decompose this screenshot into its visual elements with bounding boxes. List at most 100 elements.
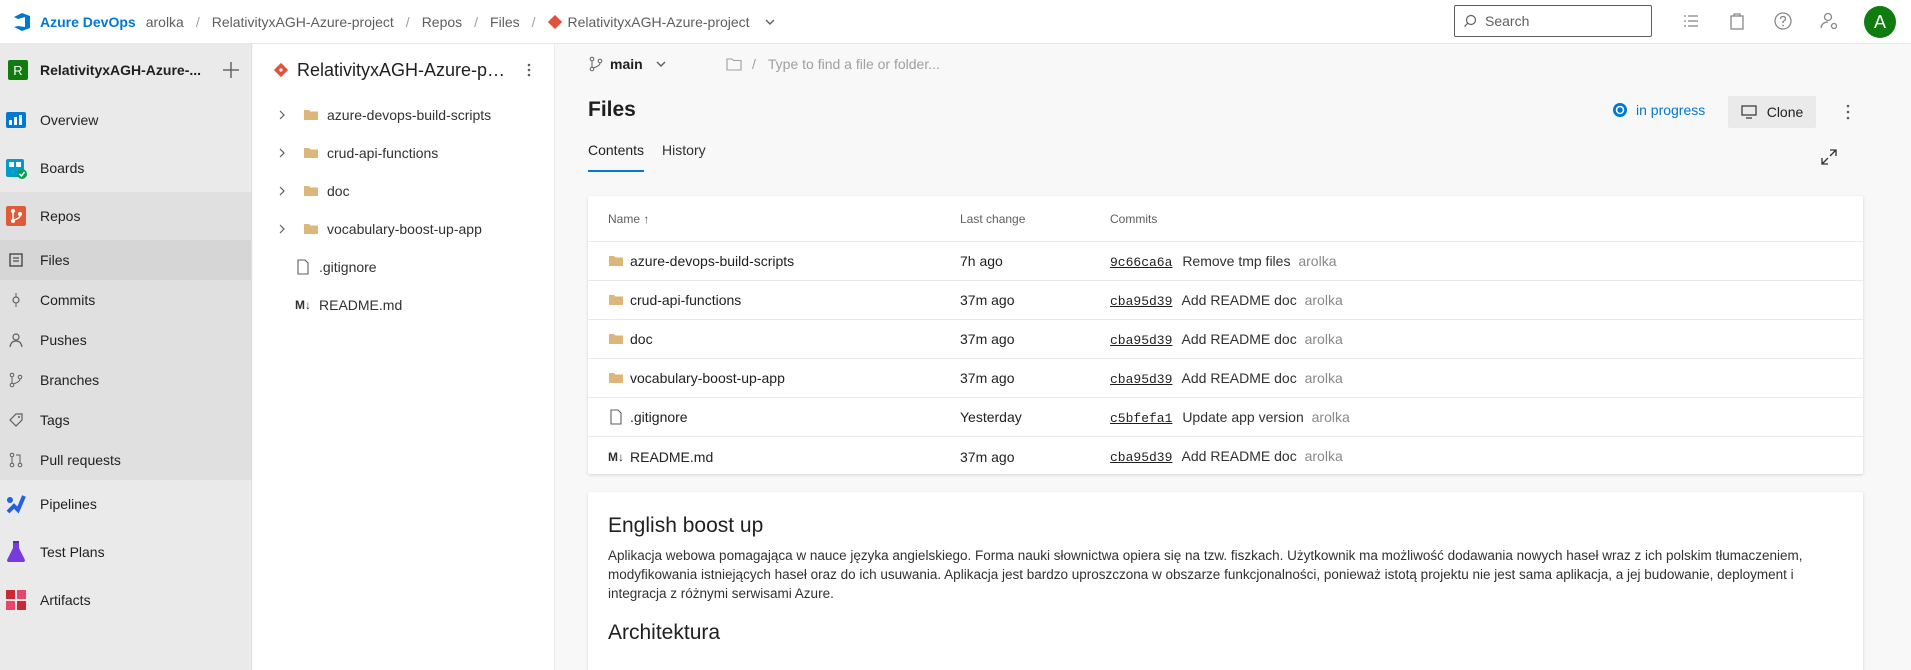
chevron-right-icon[interactable]	[275, 184, 289, 198]
nav-sub-label: Files	[40, 252, 70, 268]
tree-item-folder[interactable]: azure-devops-build-scripts	[253, 96, 554, 134]
plus-icon[interactable]	[220, 59, 242, 81]
pull-request-icon	[9, 452, 23, 468]
breadcrumb-repos[interactable]: Repos	[422, 14, 462, 30]
table-row[interactable]: .gitignore Yesterday c5bfefa1 Update app…	[588, 398, 1863, 437]
clone-button[interactable]: Clone	[1728, 96, 1816, 128]
row-name[interactable]: azure-devops-build-scripts	[630, 253, 794, 269]
tree-item-folder[interactable]: crud-api-functions	[253, 134, 554, 172]
search-input[interactable]: Search	[1454, 5, 1652, 37]
table-row[interactable]: crud-api-functions 37m ago cba95d39 Add …	[588, 281, 1863, 320]
table-row[interactable]: doc 37m ago cba95d39 Add README doc arol…	[588, 320, 1863, 359]
project-name: RelativityxAGH-Azure-...	[40, 62, 202, 78]
tree-item-folder[interactable]: vocabulary-boost-up-app	[253, 210, 554, 248]
chevron-down-icon[interactable]	[762, 14, 778, 30]
file-icon	[297, 259, 309, 275]
project-header[interactable]: R RelativityxAGH-Azure-...	[0, 44, 251, 96]
breadcrumb-repo[interactable]: RelativityxAGH-Azure-project	[547, 14, 778, 30]
more-vertical-icon[interactable]	[521, 62, 537, 78]
nav-item-repos[interactable]: Repos	[0, 192, 251, 240]
nav-sub-pushes[interactable]: Pushes	[0, 320, 251, 360]
commit-hash-link[interactable]: 9c66ca6a	[1110, 255, 1172, 270]
chevron-right-icon[interactable]	[275, 222, 289, 236]
nav-item-overview[interactable]: Overview	[0, 96, 251, 144]
folder-icon	[609, 373, 623, 383]
branch-selector[interactable]: main	[588, 56, 669, 72]
more-vertical-icon[interactable]	[1840, 102, 1856, 122]
table-row[interactable]: vocabulary-boost-up-app 37m ago cba95d39…	[588, 359, 1863, 398]
commit-author: arolka	[1311, 408, 1350, 425]
overview-icon	[6, 112, 26, 128]
tab-history[interactable]: History	[662, 142, 706, 172]
repo-selector[interactable]: RelativityxAGH-Azure-proj...	[253, 44, 554, 96]
commit-hash-link[interactable]: cba95d39	[1110, 450, 1172, 465]
table-row[interactable]: M↓ README.md 37m ago cba95d39 Add README…	[588, 437, 1863, 476]
row-name[interactable]: crud-api-functions	[630, 292, 741, 308]
folder-icon	[609, 334, 623, 344]
commit-message: Update app version	[1182, 408, 1304, 425]
commit-hash-link[interactable]: c5bfefa1	[1110, 411, 1172, 426]
nav-sub-label: Pull requests	[40, 452, 121, 468]
help-icon[interactable]	[1772, 10, 1794, 32]
nav-item-boards[interactable]: Boards	[0, 144, 251, 192]
user-settings-icon[interactable]	[1818, 10, 1840, 32]
files-icon	[9, 253, 23, 267]
nav-sub-commits[interactable]: Commits	[0, 280, 251, 320]
row-name[interactable]: README.md	[630, 449, 713, 465]
table-row[interactable]: azure-devops-build-scripts 7h ago 9c66ca…	[588, 242, 1863, 281]
row-name[interactable]: .gitignore	[630, 409, 688, 425]
commit-hash-link[interactable]: cba95d39	[1110, 372, 1172, 387]
nav-sub-pull-requests[interactable]: Pull requests	[0, 440, 251, 480]
markdown-icon: M↓	[295, 298, 311, 312]
work-items-icon[interactable]	[1680, 10, 1702, 32]
readme-heading: English boost up	[608, 514, 764, 537]
folder-icon	[609, 295, 623, 305]
nav-item-label: Repos	[40, 208, 81, 224]
avatar[interactable]: A	[1864, 6, 1896, 38]
chevron-right-icon[interactable]	[275, 146, 289, 160]
tree-item-file[interactable]: M↓ README.md	[253, 286, 554, 324]
test-plans-icon	[7, 541, 25, 562]
breadcrumb-separator: /	[195, 13, 200, 30]
nav-item-test-plans[interactable]: Test Plans	[0, 528, 251, 576]
path-separator: /	[752, 56, 756, 72]
header-name[interactable]: Name ↑	[608, 212, 649, 226]
nav-item-label: Overview	[40, 112, 99, 128]
nav-sub-files[interactable]: Files	[0, 240, 251, 280]
nav-item-label: Pipelines	[40, 496, 97, 512]
breadcrumb-separator: /	[474, 13, 479, 30]
files-table: Name ↑ Last change Commits azure-devops-…	[588, 196, 1863, 474]
file-tree-panel: RelativityxAGH-Azure-proj... azure-devop…	[253, 44, 555, 670]
branch-icon	[589, 56, 603, 72]
row-name[interactable]: vocabulary-boost-up-app	[630, 370, 785, 386]
commit-hash-link[interactable]: cba95d39	[1110, 333, 1172, 348]
marketplace-icon[interactable]	[1726, 10, 1748, 32]
search-icon	[1464, 14, 1477, 27]
breadcrumb-project[interactable]: RelativityxAGH-Azure-project	[212, 14, 394, 30]
pipelines-icon	[6, 495, 26, 514]
brand-link[interactable]: Azure DevOps	[40, 14, 136, 30]
tree-item-file[interactable]: .gitignore	[253, 248, 554, 286]
azure-devops-logo-icon[interactable]	[12, 12, 32, 32]
pipeline-status[interactable]: in progress	[1612, 102, 1705, 118]
tree-item-label: vocabulary-boost-up-app	[327, 221, 482, 237]
commit-hash-link[interactable]: cba95d39	[1110, 294, 1172, 309]
path-input-placeholder[interactable]: Type to find a file or folder...	[768, 56, 940, 72]
expand-icon[interactable]	[1820, 148, 1838, 166]
nav-item-artifacts[interactable]: Artifacts	[0, 576, 251, 624]
nav-item-pipelines[interactable]: Pipelines	[0, 480, 251, 528]
breadcrumb-separator: /	[405, 13, 410, 30]
main-content: main / Type to find a file or folder... …	[556, 44, 1911, 670]
status-in-progress-icon	[1613, 103, 1627, 117]
artifacts-icon	[6, 590, 26, 610]
path-bar[interactable]: / Type to find a file or folder...	[726, 56, 940, 72]
nav-sub-branches[interactable]: Branches	[0, 360, 251, 400]
tab-contents[interactable]: Contents	[588, 142, 645, 172]
breadcrumb-org[interactable]: arolka	[146, 14, 184, 30]
tree-item-folder[interactable]: doc	[253, 172, 554, 210]
tree-item-label: .gitignore	[319, 259, 377, 275]
breadcrumb-files[interactable]: Files	[490, 14, 520, 30]
nav-sub-tags[interactable]: Tags	[0, 400, 251, 440]
row-name[interactable]: doc	[630, 331, 653, 347]
chevron-right-icon[interactable]	[275, 108, 289, 122]
